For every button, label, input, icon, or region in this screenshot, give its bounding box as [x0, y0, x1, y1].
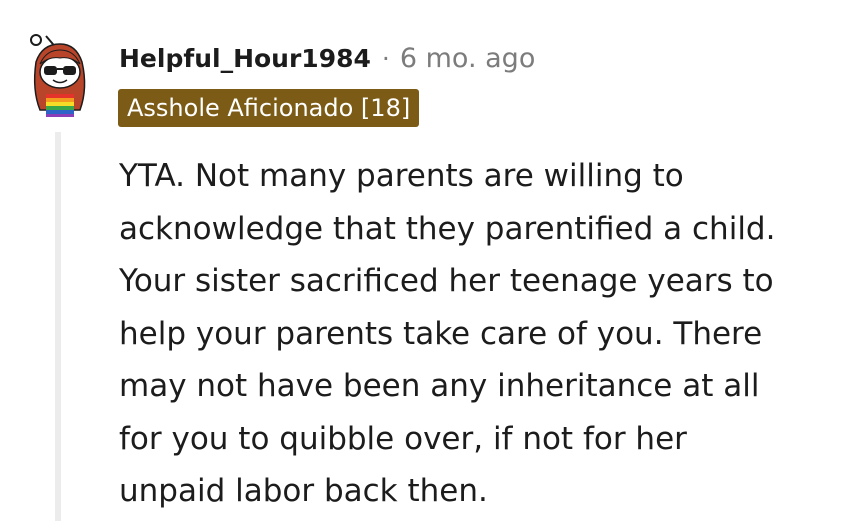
comment-text-line: for you to quibble over, if not for her — [119, 420, 687, 457]
comment-text-line: help your parents take care of you. Ther… — [119, 315, 763, 352]
snoo-avatar-icon — [30, 34, 86, 117]
user-flair-badge: Asshole Aficionado [18] — [118, 89, 420, 127]
timestamp-link[interactable]: 6 mo. ago — [400, 43, 535, 74]
comment-body: YTA. Not many parents are willing to ack… — [119, 150, 834, 518]
comment-text-line: unpaid labor back then. — [119, 473, 488, 509]
thread-line[interactable] — [55, 132, 61, 521]
comment-text-line: may not have been any inheritance at all — [119, 368, 760, 404]
comment-text-line: acknowledge that they parentified a chil… — [119, 210, 776, 247]
comment-text-line: Your sister sacrificed her teenage years… — [119, 263, 774, 299]
user-avatar[interactable] — [22, 28, 98, 118]
username-link[interactable]: Helpful_Hour1984 — [119, 44, 371, 73]
comment-header: Helpful_Hour1984 · 6 mo. ago — [119, 38, 535, 78]
comment-text-line: YTA. Not many parents are willing to — [119, 158, 684, 194]
separator-dot: · — [381, 43, 390, 73]
